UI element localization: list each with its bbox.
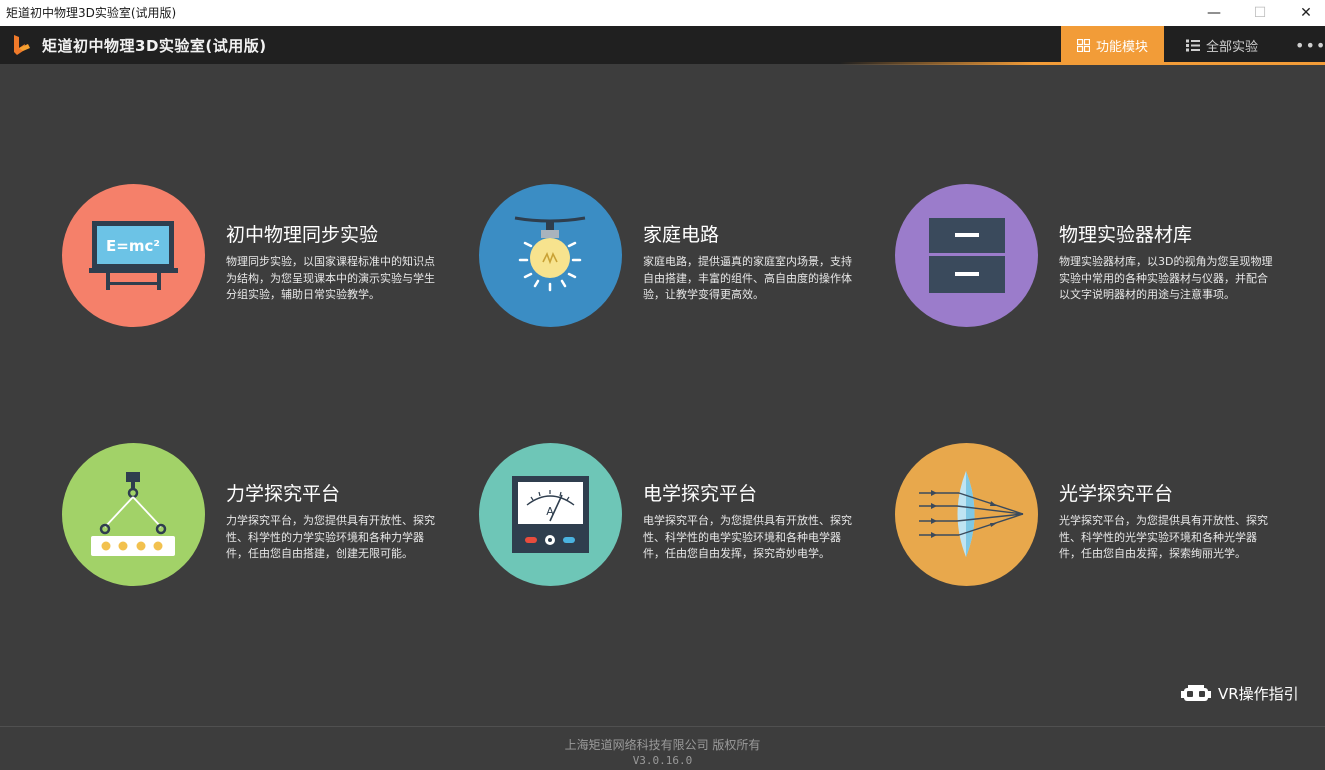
window-title: 矩道初中物理3D实验室(试用版) xyxy=(6,6,177,20)
module-mechanics-platform[interactable]: 力学探究平台 力学探究平台，为您提供具有开放性、探究性、科学性的力学实验环境和各… xyxy=(62,443,462,593)
app-title: 矩道初中物理3D实验室(试用版) xyxy=(42,37,267,55)
close-button[interactable]: ✕ xyxy=(1283,0,1325,26)
module-description: 电学探究平台，为您提供具有开放性、探究性、科学性的电学实验环境和各种电学器件，任… xyxy=(643,514,852,560)
tab-label: 全部实验 xyxy=(1206,39,1259,55)
meter-text: A xyxy=(546,505,554,518)
cabinet-icon xyxy=(895,184,1038,327)
brand-logo-icon xyxy=(14,35,30,55)
light-bulb-icon xyxy=(479,184,622,327)
list-icon xyxy=(1186,39,1200,51)
vr-guide-button[interactable]: VR操作指引 xyxy=(1181,683,1299,704)
ammeter-icon: A xyxy=(479,443,622,586)
tab-label: 功能模块 xyxy=(1095,39,1148,55)
module-icon-circle xyxy=(479,184,622,327)
grid-icon xyxy=(1076,38,1090,52)
maximize-button[interactable]: ☐ xyxy=(1237,0,1283,26)
module-home-circuit[interactable]: 家庭电路 家庭电路，提供逼真的家庭室内场景，支持自由搭建，丰富的组件、高自由度的… xyxy=(479,184,879,334)
module-icon-circle xyxy=(62,443,205,586)
vr-headset-icon xyxy=(1181,684,1211,701)
version-text: V3.0.16.0 xyxy=(632,754,693,767)
footer: 上海矩道网络科技有限公司 版权所有 V3.0.16.0 xyxy=(0,726,1325,770)
active-tab-glow xyxy=(840,62,1325,65)
pulley-icon xyxy=(62,443,205,586)
module-description: 家庭电路，提供逼真的家庭室内场景，支持自由搭建，丰富的组件、高自由度的操作体验，… xyxy=(643,255,852,301)
module-title: 光学探究平台 xyxy=(1059,483,1174,505)
blackboard-icon: E=mc² xyxy=(62,184,205,327)
module-icon-circle: E=mc² xyxy=(62,184,205,327)
module-title: 初中物理同步实验 xyxy=(226,224,379,246)
window-title-bar: 矩道初中物理3D实验室(试用版) — ☐ ✕ xyxy=(0,0,1325,26)
more-menu-button[interactable]: ••• xyxy=(1295,26,1325,64)
module-icon-circle xyxy=(895,184,1038,327)
module-icon-circle: A xyxy=(479,443,622,586)
module-description: 力学探究平台，为您提供具有开放性、探究性、科学性的力学实验环境和各种力学器件，任… xyxy=(226,514,435,560)
app-header: 矩道初中物理3D实验室(试用版) 功能模块 全部实验 ••• xyxy=(0,26,1325,64)
board-text: E=mc² xyxy=(106,237,160,255)
module-title: 物理实验器材库 xyxy=(1059,224,1193,246)
module-description: 光学探究平台，为您提供具有开放性、探究性、科学性的光学实验环境和各种光学器件，任… xyxy=(1059,514,1268,560)
copyright-text: 上海矩道网络科技有限公司 版权所有 xyxy=(564,738,761,752)
module-description: 物理同步实验，以国家课程标准中的知识点为结构，为您呈现课本中的演示实验与学生分组… xyxy=(226,255,435,301)
tab-all-experiments[interactable]: 全部实验 xyxy=(1186,26,1258,64)
lens-icon xyxy=(895,443,1038,586)
module-description: 物理实验器材库，以3D的视角为您呈现物理实验中常用的各种实验器材与仪器，并配合以… xyxy=(1059,255,1273,301)
module-equipment-library[interactable]: 物理实验器材库 物理实验器材库，以3D的视角为您呈现物理实验中常用的各种实验器材… xyxy=(895,184,1295,334)
vr-guide-label: VR操作指引 xyxy=(1218,685,1299,703)
module-electricity-platform[interactable]: A 电学探究平台 电学探究平台，为您提供具有开放性、探究性、科学性的电学实验环境… xyxy=(479,443,879,593)
module-title: 家庭电路 xyxy=(643,224,720,246)
module-sync-experiments[interactable]: E=mc² 初中物理同步实验 物理同步实验，以国家课程标准中的知识点为结构，为您… xyxy=(62,184,462,334)
module-optics-platform[interactable]: 光学探究平台 光学探究平台，为您提供具有开放性、探究性、科学性的光学实验环境和各… xyxy=(895,443,1295,593)
module-title: 电学探究平台 xyxy=(643,483,758,505)
minimize-button[interactable]: — xyxy=(1191,0,1237,26)
module-title: 力学探究平台 xyxy=(226,483,341,505)
tab-function-modules[interactable]: 功能模块 xyxy=(1061,26,1164,64)
module-icon-circle xyxy=(895,443,1038,586)
